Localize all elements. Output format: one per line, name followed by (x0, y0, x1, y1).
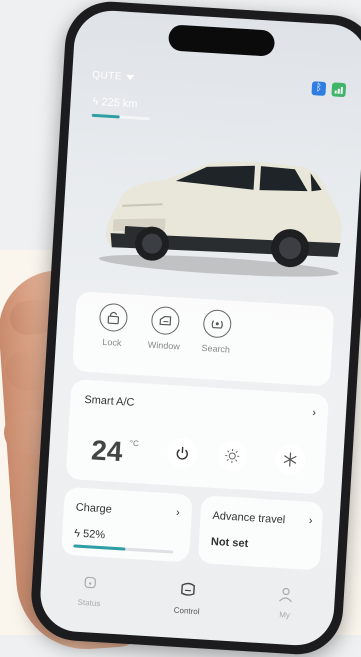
advance-travel-card[interactable]: Advance travel › Not set (198, 495, 324, 570)
tab-my-label: My (249, 608, 319, 621)
car-image (88, 140, 355, 286)
car-name-label: QUTE (92, 69, 122, 82)
control-icon (178, 580, 197, 599)
top-bar: QUTE ᛒ (92, 68, 346, 97)
charge-percent: 52% (83, 528, 106, 541)
ac-title: Smart A/C (84, 394, 135, 409)
window-icon (151, 306, 181, 336)
smart-ac-card[interactable]: Smart A/C › 24 °C (66, 379, 330, 495)
chevron-down-icon (126, 74, 134, 79)
charge-title: Charge (75, 502, 112, 516)
temperature-unit: °C (130, 439, 140, 449)
lock-button[interactable]: Lock (88, 302, 139, 349)
app-screen: QUTE ᛒ ϟ 225 km (38, 9, 361, 648)
charge-bar (73, 544, 173, 553)
search-car-button[interactable]: Search (191, 308, 242, 355)
advance-travel-title: Advance travel (212, 510, 285, 526)
charge-card[interactable]: Charge › ϟ 52% (61, 487, 193, 563)
lock-label: Lock (88, 336, 137, 349)
quick-actions-card: Lock Window Search (72, 291, 334, 387)
lock-icon (99, 303, 129, 333)
user-icon (277, 586, 294, 603)
tab-control[interactable]: Control (150, 570, 224, 634)
sun-heat-icon (224, 447, 241, 464)
signal-icon (331, 82, 346, 97)
range-bar-fill (92, 114, 120, 119)
window-button[interactable]: Window (140, 305, 191, 352)
tab-status[interactable]: Status (53, 564, 127, 628)
car-selector[interactable]: QUTE (92, 69, 134, 83)
dynamic-island (168, 24, 275, 56)
chevron-right-icon: › (176, 507, 180, 519)
phone-frame: QUTE ᛒ ϟ 225 km (29, 0, 361, 657)
tab-my[interactable]: My (248, 576, 322, 640)
advance-travel-value: Not set (211, 536, 249, 550)
bottom-tab-bar: Status Control My (39, 564, 336, 642)
tab-status-label: Status (54, 596, 124, 609)
chevron-right-icon[interactable]: › (312, 407, 316, 419)
lightning-icon: ϟ (74, 527, 81, 539)
ac-power-button[interactable] (166, 437, 198, 469)
cool-button[interactable] (274, 444, 306, 476)
heat-button[interactable] (216, 440, 248, 472)
snowflake-icon (282, 451, 299, 468)
search-label: Search (191, 342, 240, 355)
range-readout: ϟ 225 km (92, 96, 138, 111)
tab-control-label: Control (151, 604, 221, 617)
range-bar (92, 114, 150, 121)
charge-value: ϟ 52% (74, 527, 106, 541)
bluetooth-icon: ᛒ (311, 81, 326, 96)
temperature-value: 24 (90, 434, 123, 468)
charge-bar-fill (73, 544, 125, 550)
range-value: 225 km (101, 96, 138, 110)
connection-status: ᛒ (311, 81, 346, 97)
lightning-icon: ϟ (92, 96, 99, 108)
window-label: Window (140, 339, 189, 352)
power-icon (175, 445, 190, 460)
chevron-right-icon: › (308, 515, 312, 527)
car-status-icon (82, 574, 99, 591)
search-car-icon (202, 309, 232, 339)
